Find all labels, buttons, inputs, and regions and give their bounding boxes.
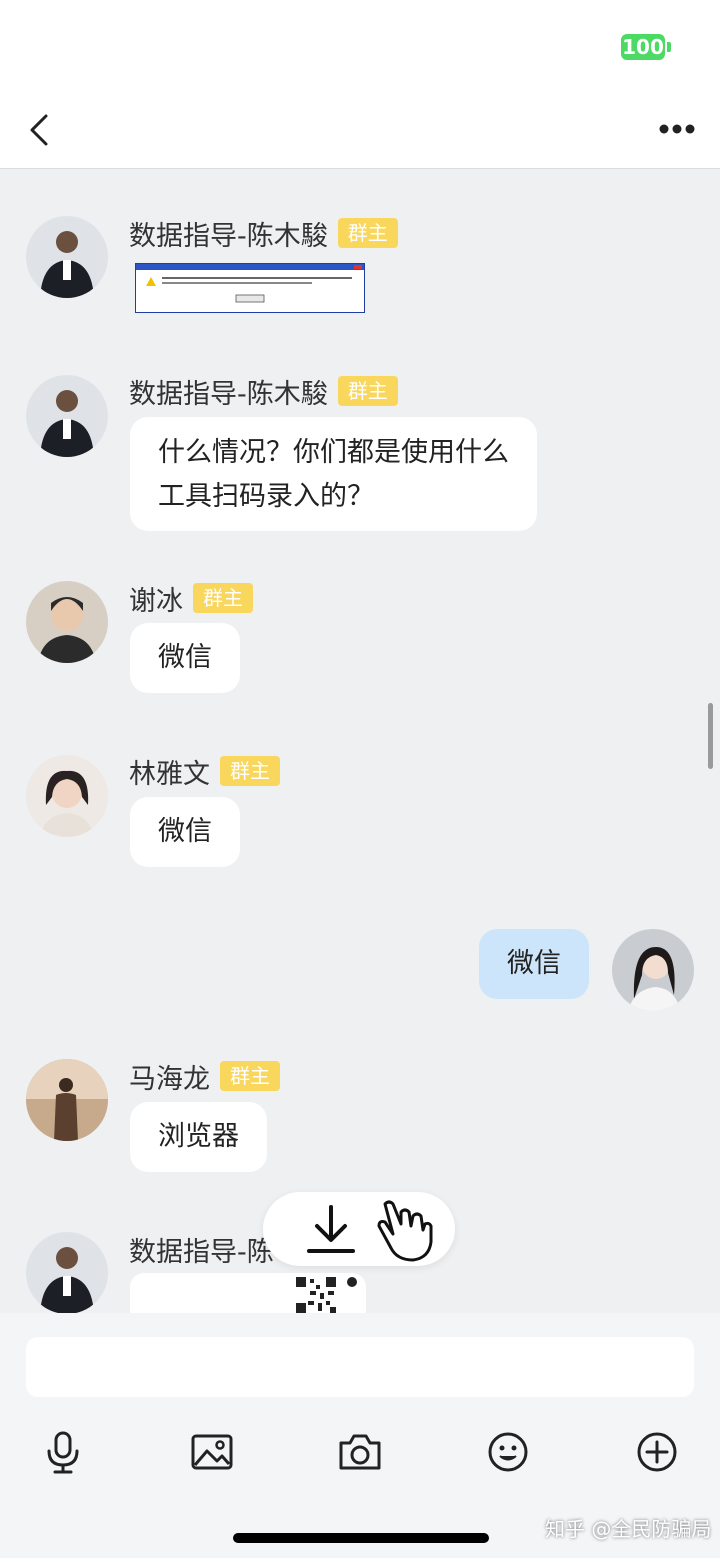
message-bubble[interactable]: 浏览器: [130, 1102, 267, 1172]
sender-row: 林雅文 群主: [129, 751, 280, 791]
plus-circle-icon: [637, 1432, 677, 1472]
chevron-left-icon: [30, 114, 48, 146]
message-text: 微信: [158, 642, 212, 673]
qr-image-message[interactable]: [130, 1273, 366, 1313]
home-indicator[interactable]: [233, 1533, 489, 1543]
avatar[interactable]: [26, 1059, 108, 1141]
chat-message-list[interactable]: 数据指导-陈木駿 群主 数据指导-陈木駿 群主 什么情况？你们都是使用什么 工具…: [0, 169, 720, 1313]
voice-button[interactable]: [40, 1429, 86, 1475]
camera-icon: [339, 1434, 381, 1470]
sender-name: 林雅文: [129, 758, 210, 790]
avatar[interactable]: [26, 375, 108, 457]
sender-row: 谢冰 群主: [129, 578, 253, 618]
message-text: 浏览器: [158, 1121, 239, 1152]
sender-name: 谢冰: [129, 585, 183, 617]
battery-indicator: 100: [621, 34, 665, 60]
sender-name: 数据指导-陈木駿: [129, 378, 328, 410]
battery-tip: [667, 42, 671, 52]
hand-pointer-icon: [377, 1200, 433, 1262]
owner-badge: 群主: [337, 376, 398, 406]
microphone-icon: [47, 1431, 79, 1474]
owner-badge: 群主: [337, 218, 398, 248]
owner-badge: 群主: [220, 756, 280, 786]
image-icon: [191, 1434, 233, 1470]
image-button[interactable]: [189, 1429, 235, 1475]
back-button[interactable]: [22, 110, 62, 150]
more-button[interactable]: [652, 114, 702, 144]
message-text: 微信: [507, 948, 561, 979]
my-message-bubble[interactable]: 微信: [479, 929, 589, 999]
message-text-line: 工具扫码录入的？: [158, 481, 374, 512]
message-text: 微信: [158, 816, 212, 847]
download-icon: [307, 1205, 355, 1253]
message-bubble[interactable]: 微信: [130, 623, 240, 693]
message-text-line: 什么情况？你们都是使用什么: [158, 437, 509, 468]
emoji-icon: [488, 1432, 528, 1472]
owner-badge: 群主: [220, 1061, 280, 1091]
avatar[interactable]: [26, 755, 108, 837]
my-avatar[interactable]: [612, 929, 694, 1011]
more-actions-button[interactable]: [634, 1429, 680, 1475]
message-bubble[interactable]: 微信: [130, 797, 240, 867]
nav-bar: [0, 90, 720, 169]
qr-code-icon: [296, 1277, 357, 1313]
download-button[interactable]: [263, 1192, 455, 1266]
sender-row: 数据指导-陈: [129, 1229, 274, 1269]
avatar[interactable]: [26, 1232, 108, 1313]
owner-badge: 群主: [193, 583, 253, 613]
watermark: 知乎 @全民防骗局: [545, 1517, 712, 1541]
sender-row: 数据指导-陈木駿 群主: [129, 213, 398, 253]
camera-button[interactable]: [337, 1429, 383, 1475]
avatar[interactable]: [26, 581, 108, 663]
message-bubble[interactable]: 什么情况？你们都是使用什么 工具扫码录入的？: [130, 417, 537, 531]
image-message[interactable]: [135, 263, 365, 313]
sender-name: 马海龙: [129, 1063, 210, 1095]
more-dots-icon: [659, 124, 695, 134]
status-bar: 100: [0, 0, 720, 90]
avatar[interactable]: [26, 216, 108, 298]
scrollbar[interactable]: [708, 703, 713, 769]
message-input[interactable]: [26, 1337, 694, 1397]
emoji-button[interactable]: [485, 1429, 531, 1475]
sender-name: 数据指导-陈: [129, 1236, 274, 1268]
sender-row: 数据指导-陈木駿 群主: [129, 371, 398, 411]
sender-row: 马海龙 群主: [129, 1056, 280, 1096]
sender-name: 数据指导-陈木駿: [129, 220, 328, 252]
